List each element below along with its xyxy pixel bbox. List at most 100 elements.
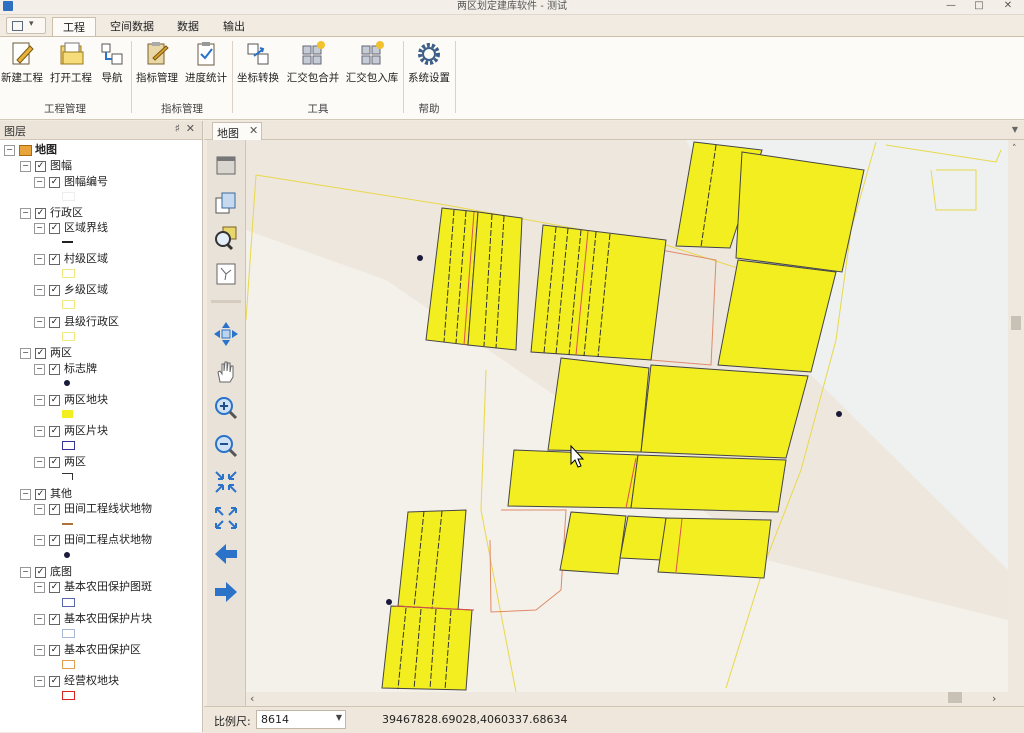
checkbox[interactable]: ✓ <box>49 284 60 296</box>
minimize-button[interactable]: — <box>940 0 962 13</box>
layer-item[interactable]: − ✓ 村级区域 <box>34 251 108 266</box>
layer-item[interactable]: − ✓ 两区地块 <box>34 392 108 407</box>
fixed-zoom-out-tool[interactable] <box>212 504 240 532</box>
layer-tool[interactable] <box>212 190 240 218</box>
chevron-down-icon[interactable]: ▼ <box>336 713 342 722</box>
layer-item[interactable]: − ✓ 乡级区域 <box>34 282 108 297</box>
vertical-scrollbar[interactable]: ˄ <box>1008 140 1024 706</box>
layer-group[interactable]: − ✓ 行政区 <box>20 205 83 220</box>
checkbox[interactable]: ✓ <box>35 347 46 359</box>
collapse-icon[interactable]: − <box>34 503 45 515</box>
checkbox[interactable]: ✓ <box>49 222 60 234</box>
collapse-icon[interactable]: − <box>4 144 15 156</box>
layer-group[interactable]: − ✓ 其他 <box>20 486 72 501</box>
close-button[interactable]: ✕ <box>997 0 1019 13</box>
pin-icon[interactable]: ♯ <box>175 122 180 135</box>
collapse-icon[interactable]: − <box>34 363 45 375</box>
layer-item[interactable]: − ✓ 图幅编号 <box>34 174 108 189</box>
open-project-button[interactable]: 打开工程 <box>47 40 95 85</box>
checkbox[interactable]: ✓ <box>49 253 60 265</box>
checkbox[interactable]: ✓ <box>35 488 46 500</box>
checkbox[interactable]: ✓ <box>49 581 60 593</box>
package-merge-button[interactable]: 汇交包合并 <box>284 40 342 85</box>
navigation-button[interactable]: 导航 <box>97 40 127 85</box>
checkbox[interactable]: ✓ <box>49 363 60 375</box>
checkbox[interactable]: ✓ <box>49 425 60 437</box>
collapse-icon[interactable]: − <box>20 160 31 172</box>
layer-item[interactable]: − ✓ 两区 <box>34 454 86 469</box>
checkbox[interactable]: ✓ <box>49 176 60 188</box>
collapse-icon[interactable]: − <box>20 347 31 359</box>
package-import-button[interactable]: 汇交包入库 <box>343 40 401 85</box>
collapse-icon[interactable]: − <box>34 644 45 656</box>
collapse-icon[interactable]: − <box>34 222 45 234</box>
chevron-up-icon[interactable]: ˄ <box>1012 144 1017 154</box>
collapse-icon[interactable]: − <box>20 566 31 578</box>
layer-item[interactable]: − ✓ 基本农田保护片块 <box>34 611 152 626</box>
measure-tool[interactable] <box>212 260 240 288</box>
system-settings-button[interactable]: 系统设置 <box>406 40 452 85</box>
collapse-icon[interactable]: − <box>34 581 45 593</box>
chevron-right-icon[interactable]: › <box>992 692 996 705</box>
next-extent-tool[interactable] <box>212 578 240 606</box>
collapse-icon[interactable]: − <box>34 284 45 296</box>
tab-map[interactable]: 地图 ✕ <box>212 122 262 140</box>
chevron-down-icon[interactable]: ▼ <box>1012 125 1018 134</box>
collapse-icon[interactable]: − <box>34 394 45 406</box>
checkbox[interactable]: ✓ <box>35 566 46 578</box>
tab-output[interactable]: 输出 <box>216 17 252 36</box>
checkbox[interactable]: ✓ <box>49 394 60 406</box>
layer-item[interactable]: − ✓ 两区片块 <box>34 423 108 438</box>
layer-item[interactable]: − ✓ 县级行政区 <box>34 314 119 329</box>
tree-root-map[interactable]: − 地图 <box>4 142 57 157</box>
pan-hand-tool[interactable] <box>212 358 240 386</box>
close-icon[interactable]: ✕ <box>186 122 195 135</box>
layer-item[interactable]: − ✓ 标志牌 <box>34 361 97 376</box>
horizontal-scrollbar[interactable]: ‹ › <box>246 692 1008 706</box>
checkbox[interactable]: ✓ <box>35 207 46 219</box>
collapse-icon[interactable]: − <box>34 176 45 188</box>
zoom-in-tool[interactable] <box>212 394 240 422</box>
pan-arrows-tool[interactable] <box>212 320 240 348</box>
tab-spatial-data[interactable]: 空间数据 <box>104 17 160 36</box>
layer-item[interactable]: − ✓ 区域界线 <box>34 220 108 235</box>
layer-item[interactable]: − ✓ 基本农田保护图斑 <box>34 579 152 594</box>
checkbox[interactable]: ✓ <box>49 675 60 687</box>
layer-item[interactable]: − ✓ 田间工程点状地物 <box>34 532 152 547</box>
map-canvas[interactable] <box>246 140 1008 692</box>
maximize-button[interactable]: □ <box>968 0 990 13</box>
close-icon[interactable]: ✕ <box>249 124 258 137</box>
collapse-icon[interactable]: − <box>34 613 45 625</box>
checkbox[interactable]: ✓ <box>49 644 60 656</box>
previous-extent-tool[interactable] <box>212 540 240 568</box>
checkbox[interactable]: ✓ <box>49 503 60 515</box>
layer-group[interactable]: − ✓ 底图 <box>20 564 72 579</box>
zoom-out-tool[interactable] <box>212 432 240 460</box>
zoom-to-layer-tool[interactable] <box>212 224 240 252</box>
checkbox[interactable]: ✓ <box>49 534 60 546</box>
layer-item[interactable]: − ✓ 经营权地块 <box>34 673 119 688</box>
checkbox[interactable]: ✓ <box>49 316 60 328</box>
full-extent-tool[interactable] <box>212 152 240 180</box>
layer-group[interactable]: − ✓ 两区 <box>20 345 72 360</box>
fixed-zoom-in-tool[interactable] <box>212 468 240 496</box>
indicator-management-button[interactable]: 指标管理 <box>134 40 180 85</box>
collapse-icon[interactable]: − <box>34 534 45 546</box>
tab-data[interactable]: 数据 <box>170 17 206 36</box>
tab-project[interactable]: 工程 <box>52 17 96 37</box>
scroll-thumb[interactable] <box>1011 316 1021 330</box>
collapse-icon[interactable]: − <box>34 316 45 328</box>
collapse-icon[interactable]: − <box>20 488 31 500</box>
progress-stats-button[interactable]: 进度统计 <box>183 40 229 85</box>
checkbox[interactable]: ✓ <box>49 613 60 625</box>
collapse-icon[interactable]: − <box>34 253 45 265</box>
layer-item[interactable]: − ✓ 基本农田保护区 <box>34 642 141 657</box>
layer-item[interactable]: − ✓ 田间工程线状地物 <box>34 501 152 516</box>
checkbox[interactable]: ✓ <box>49 456 60 468</box>
quick-access-menu[interactable]: ▾ <box>6 17 46 34</box>
new-project-button[interactable]: 新建工程 <box>0 40 44 85</box>
scale-combobox[interactable]: 8614 ▼ <box>256 710 346 729</box>
coordinate-convert-button[interactable]: 坐标转换 <box>235 40 281 85</box>
chevron-left-icon[interactable]: ‹ <box>250 692 254 705</box>
scroll-thumb[interactable] <box>948 692 962 703</box>
